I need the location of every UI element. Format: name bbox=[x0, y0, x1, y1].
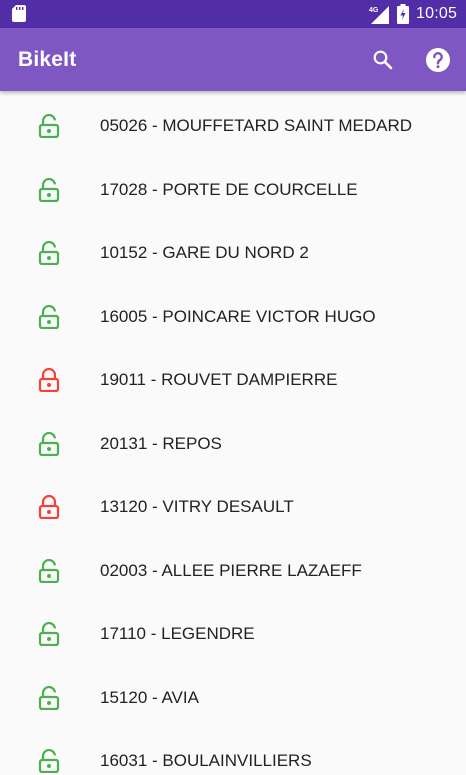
app-title: BikeIt bbox=[18, 48, 77, 71]
station-item[interactable]: 02003 - ALLEE PIERRE LAZAEFF bbox=[0, 536, 466, 600]
station-label: 17028 - PORTE DE COURCELLE bbox=[100, 179, 358, 199]
locked-lock-icon bbox=[38, 368, 60, 392]
sd-card-icon bbox=[12, 5, 26, 22]
app-bar: BikeIt bbox=[0, 28, 466, 91]
station-label: 10152 - GARE DU NORD 2 bbox=[100, 243, 309, 262]
station-item[interactable]: 16031 - BOULAINVILLIERS bbox=[0, 726, 466, 775]
station-item[interactable]: 16005 - POINCARE VICTOR HUGO bbox=[0, 282, 466, 346]
unlocked-lock-icon bbox=[38, 241, 60, 265]
station-item[interactable]: 17110 - LEGENDRE bbox=[0, 599, 466, 663]
unlocked-lock-icon bbox=[38, 304, 60, 329]
unlocked-lock-icon bbox=[38, 558, 60, 583]
station-label: 13120 - VITRY DESAULT bbox=[100, 497, 294, 516]
locked-lock-icon bbox=[38, 495, 60, 519]
station-label: 02003 - ALLEE PIERRE LAZAEFF bbox=[100, 560, 362, 580]
status-time: 10:05 bbox=[416, 5, 458, 22]
unlocked-lock-icon bbox=[38, 114, 60, 138]
signal-icon: 4G bbox=[369, 6, 389, 24]
station-label: 16031 - BOULAINVILLIERS bbox=[100, 751, 312, 770]
search-button[interactable] bbox=[365, 42, 401, 78]
unlocked-lock-icon bbox=[38, 685, 60, 710]
station-item[interactable]: 19011 - ROUVET DAMPIERRE bbox=[0, 345, 466, 409]
station-item[interactable]: 10152 - GARE DU NORD 2 bbox=[0, 218, 466, 282]
station-list: 05026 - MOUFFETARD SAINT MEDARD 17028 - … bbox=[0, 91, 466, 775]
unlocked-lock-icon bbox=[38, 622, 60, 646]
station-item[interactable]: 17028 - PORTE DE COURCELLE bbox=[0, 155, 466, 219]
station-item[interactable]: 13120 - VITRY DESAULT bbox=[0, 472, 466, 536]
station-item[interactable]: 20131 - REPOS bbox=[0, 409, 466, 473]
unlocked-lock-icon bbox=[38, 431, 60, 456]
unlocked-lock-icon bbox=[38, 177, 60, 202]
station-label: 15120 - AVIA bbox=[100, 687, 199, 707]
station-label: 05026 - MOUFFETARD SAINT MEDARD bbox=[100, 116, 413, 135]
battery-charging-icon bbox=[397, 4, 409, 24]
status-bar: 4G 10:05 bbox=[0, 0, 466, 28]
network-label: 4G bbox=[369, 7, 379, 14]
unlocked-lock-icon bbox=[38, 749, 60, 773]
station-label: 17110 - LEGENDRE bbox=[100, 624, 255, 643]
search-icon bbox=[373, 50, 393, 70]
help-button[interactable] bbox=[420, 42, 456, 78]
station-item[interactable]: 15120 - AVIA bbox=[0, 663, 466, 727]
help-icon bbox=[426, 48, 450, 72]
station-label: 16005 - POINCARE VICTOR HUGO bbox=[100, 306, 376, 326]
station-label: 20131 - REPOS bbox=[100, 433, 222, 453]
station-label: 19011 - ROUVET DAMPIERRE bbox=[100, 370, 338, 389]
station-item[interactable]: 05026 - MOUFFETARD SAINT MEDARD bbox=[0, 91, 466, 155]
